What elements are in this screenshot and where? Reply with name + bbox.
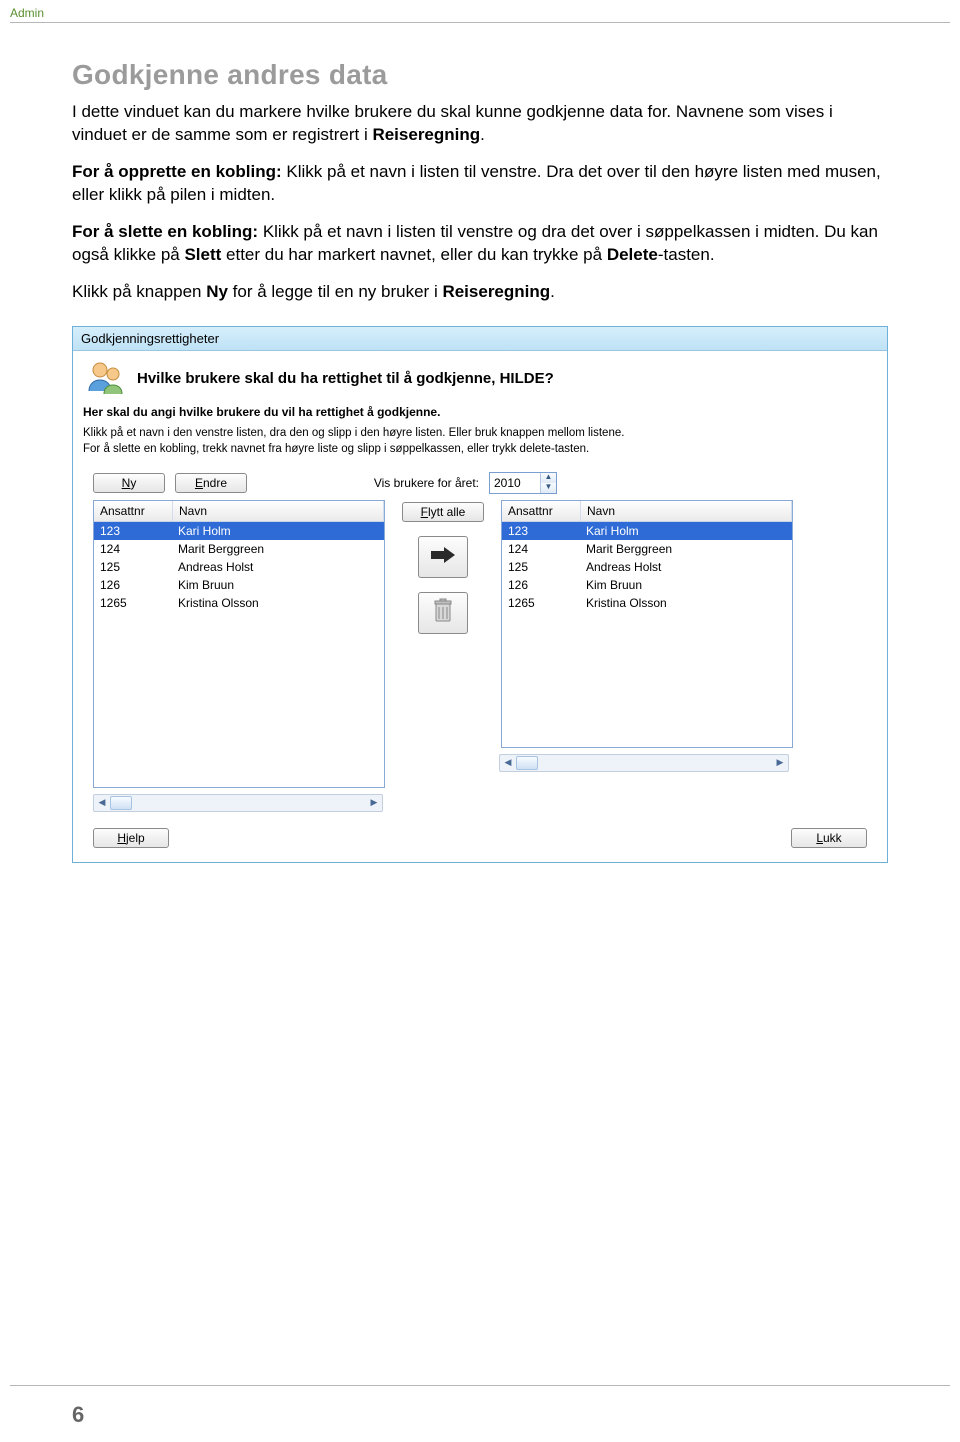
- cell-navn: Andreas Holst: [580, 558, 792, 576]
- spinner-down-icon[interactable]: ▼: [541, 483, 556, 493]
- delete-key: Delete: [607, 245, 658, 264]
- table-row[interactable]: 1265Kristina Olsson: [94, 594, 384, 612]
- text: .: [550, 282, 555, 301]
- scroll-left-icon[interactable]: ◀: [94, 797, 110, 808]
- text: .: [480, 125, 485, 144]
- cell-navn: Andreas Holst: [172, 558, 384, 576]
- app-name: Reiseregning: [372, 125, 480, 144]
- table-row[interactable]: 126Kim Bruun: [94, 576, 384, 594]
- cell-ansattnr: 1265: [502, 594, 580, 612]
- slett: Slett: [184, 245, 221, 264]
- new-button-paragraph: Klikk på knappen Ny for å legge til en n…: [72, 281, 888, 304]
- text: For å slette en kobling, trekk navnet fr…: [83, 443, 589, 455]
- table-row[interactable]: 126Kim Bruun: [502, 576, 792, 594]
- cell-ansattnr: 125: [94, 558, 172, 576]
- table-row[interactable]: 125Andreas Holst: [94, 558, 384, 576]
- table-row[interactable]: 1265Kristina Olsson: [502, 594, 792, 612]
- col-navn[interactable]: Navn: [581, 501, 792, 521]
- year-spinner[interactable]: ▲ ▼: [489, 472, 557, 494]
- create-link-paragraph: For å opprette en kobling: Klikk på et n…: [72, 161, 888, 207]
- trash-icon: [432, 598, 454, 627]
- year-input[interactable]: [490, 476, 540, 490]
- page-header-label: Admin: [0, 0, 960, 20]
- button-label: Lukk: [816, 831, 841, 845]
- right-user-list[interactable]: Ansattnr Navn 123Kari Holm124Marit Bergg…: [501, 500, 793, 748]
- text: for å legge til en ny bruker i: [228, 282, 443, 301]
- app-name: Reiseregning: [442, 282, 550, 301]
- col-ansattnr[interactable]: Ansattnr: [94, 501, 173, 521]
- right-scrollbar[interactable]: ◀ ▶: [499, 754, 789, 772]
- left-user-list[interactable]: Ansattnr Navn 123Kari Holm124Marit Bergg…: [93, 500, 385, 788]
- cell-ansattnr: 123: [502, 522, 580, 540]
- cell-ansattnr: 124: [502, 540, 580, 558]
- col-navn[interactable]: Navn: [173, 501, 384, 521]
- table-row[interactable]: 123Kari Holm: [502, 522, 792, 540]
- endre-button[interactable]: Endre: [175, 473, 247, 493]
- cell-navn: Marit Berggreen: [580, 540, 792, 558]
- label: For å opprette en kobling:: [72, 162, 282, 181]
- cell-navn: Kristina Olsson: [172, 594, 384, 612]
- left-scrollbar[interactable]: ◀ ▶: [93, 794, 383, 812]
- button-label: Hjelp: [117, 831, 144, 845]
- year-label: Vis brukere for året:: [374, 476, 479, 490]
- button-label: Endre: [195, 476, 227, 490]
- col-ansattnr[interactable]: Ansattnr: [502, 501, 581, 521]
- ny-button[interactable]: Ny: [93, 473, 165, 493]
- text: -tasten.: [658, 245, 715, 264]
- text: Klikk på knappen: [72, 282, 206, 301]
- scroll-right-icon[interactable]: ▶: [366, 797, 382, 808]
- section-title: Godkjenne andres data: [72, 59, 888, 91]
- cell-ansattnr: 1265: [94, 594, 172, 612]
- cell-ansattnr: 123: [94, 522, 172, 540]
- dialog-description: Klikk på et navn i den venstre listen, d…: [73, 423, 887, 458]
- dialog-subheading: Her skal du angi hvilke brukere du vil h…: [73, 403, 887, 423]
- cell-ansattnr: 126: [502, 576, 580, 594]
- move-right-button[interactable]: [418, 536, 468, 578]
- text: Klikk på et navn i den venstre listen, d…: [83, 427, 624, 439]
- scroll-thumb[interactable]: [516, 756, 538, 770]
- table-row[interactable]: 123Kari Holm: [94, 522, 384, 540]
- table-row[interactable]: 125Andreas Holst: [502, 558, 792, 576]
- button-label: Flytt alle: [421, 505, 466, 519]
- button-label: Ny: [122, 476, 137, 490]
- cell-ansattnr: 126: [94, 576, 172, 594]
- page-number: 6: [0, 1386, 960, 1428]
- cell-navn: Kristina Olsson: [580, 594, 792, 612]
- arrow-right-icon: [429, 545, 457, 568]
- label: For å slette en kobling:: [72, 222, 258, 241]
- lukk-button[interactable]: Lukk: [791, 828, 867, 848]
- cell-ansattnr: 125: [502, 558, 580, 576]
- hjelp-button[interactable]: Hjelp: [93, 828, 169, 848]
- dialog-window: Godkjenningsrettigheter Hvilke brukere s…: [72, 326, 888, 863]
- scroll-thumb[interactable]: [110, 796, 132, 810]
- text: etter du har markert navnet, eller du ka…: [221, 245, 607, 264]
- cell-navn: Kari Holm: [172, 522, 384, 540]
- cell-navn: Kim Bruun: [172, 576, 384, 594]
- users-icon: [83, 357, 127, 401]
- window-title: Godkjenningsrettigheter: [73, 327, 887, 351]
- cell-navn: Marit Berggreen: [172, 540, 384, 558]
- cell-navn: Kim Bruun: [580, 576, 792, 594]
- dialog-heading: Hvilke brukere skal du ha rettighet til …: [137, 370, 554, 387]
- scroll-right-icon[interactable]: ▶: [772, 757, 788, 768]
- flytt-alle-button[interactable]: Flytt alle: [402, 502, 484, 522]
- intro-paragraph: I dette vinduet kan du markere hvilke br…: [72, 101, 888, 147]
- cell-ansattnr: 124: [94, 540, 172, 558]
- cell-navn: Kari Holm: [580, 522, 792, 540]
- table-row[interactable]: 124Marit Berggreen: [94, 540, 384, 558]
- trash-button[interactable]: [418, 592, 468, 634]
- ny: Ny: [206, 282, 228, 301]
- scroll-left-icon[interactable]: ◀: [500, 757, 516, 768]
- table-row[interactable]: 124Marit Berggreen: [502, 540, 792, 558]
- delete-link-paragraph: For å slette en kobling: Klikk på et nav…: [72, 221, 888, 267]
